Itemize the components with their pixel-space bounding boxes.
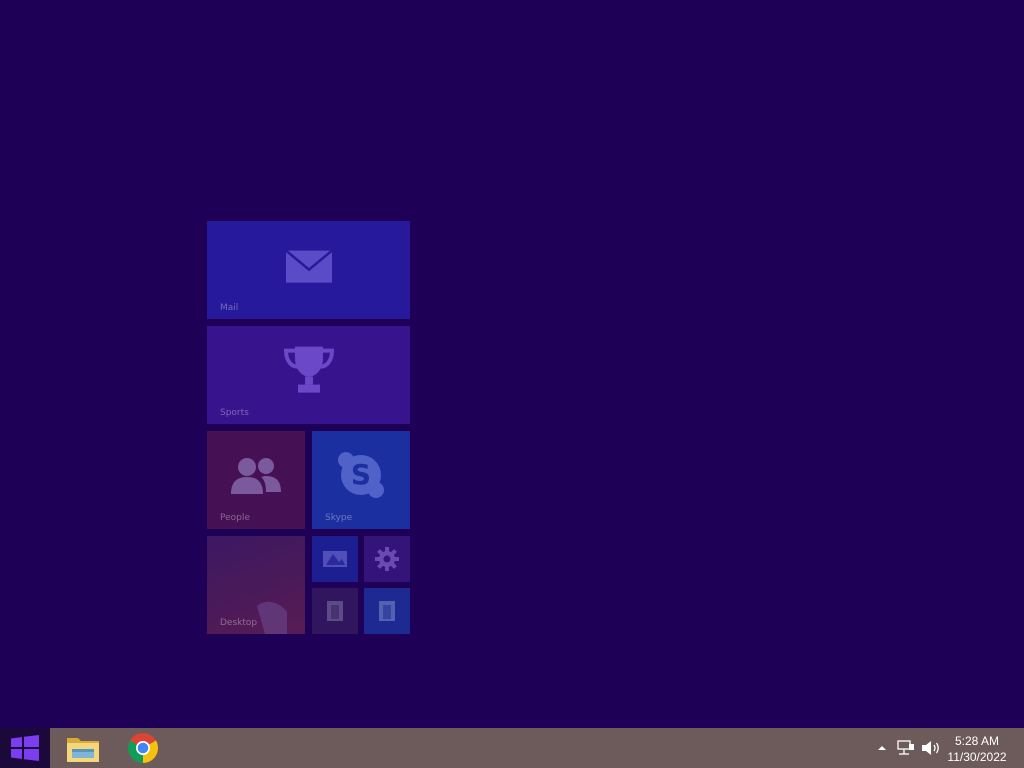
file-explorer-icon xyxy=(379,601,395,621)
desktop: Mail Sports People S Skype Desktop 5:28 … xyxy=(0,0,1024,768)
tile-sports[interactable]: Sports xyxy=(207,326,410,424)
tile-library[interactable] xyxy=(364,588,410,634)
gear-icon xyxy=(375,547,399,571)
svg-text:S: S xyxy=(351,458,371,491)
volume-button[interactable] xyxy=(920,728,940,768)
tile-label: Desktop xyxy=(220,618,258,628)
show-hidden-icons-button[interactable] xyxy=(874,728,890,768)
tile-mail[interactable]: Mail xyxy=(207,221,410,319)
tile-settings[interactable] xyxy=(364,536,410,582)
tile-label: Mail xyxy=(220,303,239,313)
folder-icon xyxy=(67,738,99,762)
taskbar: 5:28 AM 11/30/2022 xyxy=(0,728,1024,768)
clock[interactable]: 5:28 AM 11/30/2022 xyxy=(942,733,1012,765)
tile-label: People xyxy=(220,513,250,523)
start-button[interactable] xyxy=(0,728,50,768)
tile-desktop[interactable]: Desktop xyxy=(207,536,305,634)
photo-icon xyxy=(323,551,347,567)
file-explorer-icon xyxy=(327,601,343,621)
volume-icon xyxy=(922,741,939,755)
taskbar-chrome[interactable] xyxy=(113,728,173,768)
taskbar-file-explorer[interactable] xyxy=(52,728,112,768)
network-button[interactable] xyxy=(896,728,916,768)
clock-date: 11/30/2022 xyxy=(947,750,1007,764)
people-icon xyxy=(231,458,281,494)
tile-photos[interactable] xyxy=(312,536,358,582)
tile-documents[interactable] xyxy=(312,588,358,634)
tile-label: Skype xyxy=(325,513,353,523)
windows-logo-icon xyxy=(11,735,39,761)
envelope-icon xyxy=(284,249,333,283)
tile-skype[interactable]: S Skype xyxy=(312,431,410,529)
clock-time: 5:28 AM xyxy=(954,734,1000,748)
trophy-icon xyxy=(283,346,334,393)
network-icon xyxy=(897,740,914,755)
show-hidden-icons-icon xyxy=(878,746,886,750)
skype-icon: S xyxy=(338,452,384,498)
chrome-icon xyxy=(127,733,159,763)
tile-people[interactable]: People xyxy=(207,431,305,529)
tile-label: Sports xyxy=(220,408,249,418)
